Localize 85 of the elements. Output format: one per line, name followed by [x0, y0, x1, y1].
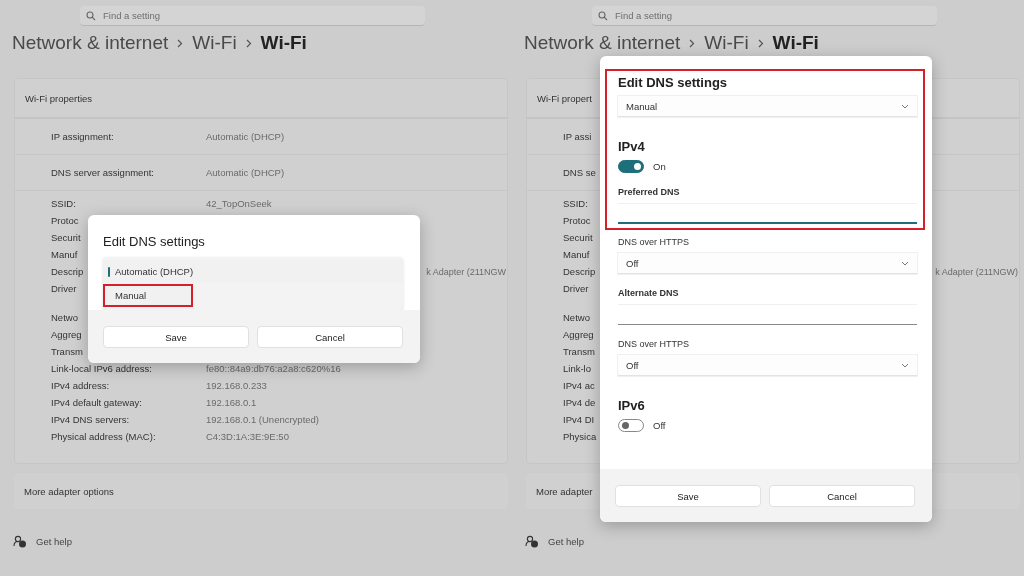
breadcrumb-item[interactable]: Wi-Fi [192, 32, 237, 54]
property-value: 42_TopOnSeek [206, 198, 272, 209]
property-label: DNS server assignment: [51, 167, 154, 178]
dialog-title: Edit DNS settings [103, 234, 206, 249]
field-label: Preferred DNS [618, 187, 681, 197]
property-label: IP assignment: [51, 131, 114, 142]
property-label: Aggreg [51, 329, 82, 340]
breadcrumb-item: Wi-Fi [772, 32, 819, 54]
dialog-title: Edit DNS settings [618, 75, 729, 90]
property-label: Netwo [563, 312, 590, 323]
field-label: DNS over HTTPS [618, 237, 690, 247]
property-label: SSID: [563, 198, 588, 209]
toggle-switch[interactable] [618, 160, 644, 173]
dropdown-option[interactable]: Manual [103, 284, 193, 307]
property-label: Manuf [51, 249, 78, 260]
search-field[interactable]: Find a setting [592, 6, 937, 26]
chevron-icon [757, 38, 764, 48]
get-help-link[interactable]: Get help [548, 536, 584, 547]
property-value: k Adapter (211NGW [426, 266, 507, 277]
option-label: Manual [115, 290, 147, 301]
property-value: 192.168.0.1 [206, 397, 257, 408]
property-label: Netwo [51, 312, 78, 323]
toggle-state: Off [653, 420, 666, 431]
breadcrumb-item[interactable]: Wi-Fi [704, 32, 749, 54]
dialog-button[interactable]: Save [103, 326, 249, 348]
property-label: Securit [51, 232, 81, 243]
field-label: Alternate DNS [618, 288, 680, 298]
property-value: Automatic (DHCP) [206, 167, 285, 178]
property-label: Driver [563, 283, 589, 294]
section-heading: IPv6 [618, 398, 646, 413]
help-icon [13, 535, 27, 548]
help-icon [525, 535, 539, 548]
property-label: SSID: [51, 198, 76, 209]
property-value: C4:3D:1A:3E:9E:50 [206, 431, 289, 442]
property-label: Descrip [563, 266, 596, 277]
search-field[interactable]: Find a setting [80, 6, 425, 26]
toggle-switch[interactable] [618, 419, 644, 432]
get-help-link[interactable]: Get help [36, 536, 72, 547]
property-value: k Adapter (211NGW) [935, 266, 1019, 277]
property-label: Physica [563, 431, 597, 442]
dialog-button[interactable]: Cancel [769, 485, 915, 507]
property-value: fe80::84a9:db76:a2a8:c620%16 [206, 363, 341, 374]
property-label: Driver [51, 283, 77, 294]
property-label: IPv4 DI [563, 414, 595, 425]
property-label: IPv4 default gateway: [51, 397, 142, 408]
breadcrumb-item: Wi-Fi [260, 32, 307, 54]
section-heading: IPv4 [618, 139, 646, 154]
chevron-down-icon [901, 362, 909, 368]
option-label: Automatic (DHCP) [115, 266, 194, 277]
property-label: IPv4 DNS servers: [51, 414, 130, 425]
chevron-down-icon [901, 103, 909, 109]
chevron-icon [245, 38, 252, 48]
property-value: 192.168.0.1 (Unencrypted) [206, 414, 320, 425]
property-label: Physical address (MAC): [51, 431, 156, 442]
chevron-icon [689, 38, 696, 48]
field-label: DNS over HTTPS [618, 339, 690, 349]
property-label: Protoc [563, 215, 591, 226]
property-label: Transm [51, 346, 83, 357]
section-title: Wi-Fi properties [25, 92, 93, 104]
toggle-state: On [653, 161, 666, 172]
property-label: IPv4 ac [563, 380, 595, 391]
dialog-button[interactable]: Cancel [257, 326, 403, 348]
search-icon [86, 11, 96, 21]
section-title: Wi-Fi propert [537, 92, 592, 104]
property-label: Aggreg [563, 329, 594, 340]
chevron-down-icon [901, 260, 909, 266]
property-label: Descrip [51, 266, 84, 277]
property-label: Transm [563, 346, 595, 357]
property-label: Link-lo [563, 363, 591, 374]
breadcrumb-item[interactable]: Network & internet [12, 32, 169, 54]
property-label: Link-local IPv6 address: [51, 363, 152, 374]
breadcrumb-item[interactable]: Network & internet [524, 32, 681, 54]
property-label: IP assi [563, 131, 592, 142]
property-label: DNS se [563, 167, 596, 178]
property-label: Manuf [563, 249, 590, 260]
search-icon [598, 11, 608, 21]
property-label: IPv4 de [563, 397, 596, 408]
property-label: Securit [563, 232, 593, 243]
property-value: Automatic (DHCP) [206, 131, 285, 142]
property-label: IPv4 address: [51, 380, 110, 391]
dropdown-option[interactable]: Automatic (DHCP) [103, 260, 403, 283]
property-value: 192.168.0.233 [206, 380, 267, 391]
property-label: Protoc [51, 215, 79, 226]
chevron-icon [177, 38, 184, 48]
dialog-button[interactable]: Save [615, 485, 761, 507]
